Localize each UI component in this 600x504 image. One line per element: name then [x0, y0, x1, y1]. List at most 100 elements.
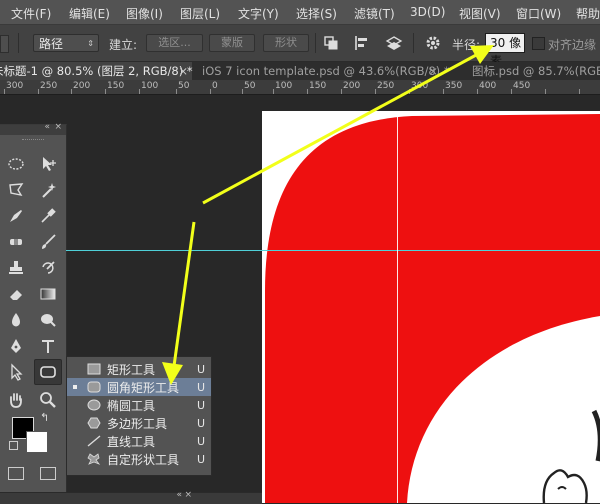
menu-view[interactable]: 视图(V): [459, 5, 501, 22]
default-colors-icon[interactable]: [9, 441, 18, 450]
gear-icon[interactable]: [424, 34, 442, 52]
path-mode-select[interactable]: 路径 ⇕: [33, 34, 99, 52]
history-brush-tool[interactable]: [34, 255, 62, 281]
dodge-icon: [41, 314, 56, 327]
drop-icon: [12, 313, 20, 327]
crop-tool[interactable]: [2, 203, 30, 229]
radius-input[interactable]: 30 像素: [485, 33, 525, 68]
close-icon[interactable]: ×: [178, 62, 188, 80]
ruler-number: 200: [343, 81, 361, 91]
rounded-rectangle-tool[interactable]: [34, 359, 62, 385]
path-alignment-icon[interactable]: [353, 34, 371, 52]
ruler-number: 250: [40, 81, 58, 91]
menu-help[interactable]: 帮助: [576, 5, 600, 22]
hand-tool[interactable]: [2, 387, 30, 413]
arrow-icon: [11, 363, 23, 381]
tab-untitled-1[interactable]: 未标题-1 @ 80.5% (图层 2, RGB/8) * ×: [0, 62, 193, 80]
separator: [413, 33, 414, 53]
make-selection-button[interactable]: 选区...: [146, 34, 203, 52]
flyout-custom-shape-tool[interactable]: 自定形状工具 U: [67, 450, 211, 468]
tools-panel-header[interactable]: « ×: [0, 122, 66, 135]
tool-preset-picker[interactable]: [0, 35, 9, 53]
menu-type[interactable]: 文字(Y): [238, 5, 279, 22]
line-tool-icon: [87, 435, 101, 447]
ruler-number: 350: [445, 81, 463, 91]
panel-bottom-strip: « ×: [0, 490, 262, 504]
path-selection-tool[interactable]: [2, 359, 30, 385]
polygon-tool-icon: [87, 417, 101, 429]
flyout-ellipse-tool[interactable]: 椭圆工具 U: [67, 396, 211, 414]
path-operations-icon[interactable]: [322, 34, 340, 52]
make-label: 建立:: [109, 38, 138, 52]
gradient-tool[interactable]: [34, 281, 62, 307]
marquee-icon: [8, 158, 24, 170]
flyout-shortcut: U: [197, 362, 206, 376]
menu-edit[interactable]: 编辑(E): [69, 5, 110, 22]
menu-image[interactable]: 图像(I): [126, 5, 163, 22]
eraser-tool[interactable]: [2, 281, 30, 307]
quick-mask-icon[interactable]: [8, 467, 24, 480]
menu-bar: 文件(F) 编辑(E) 图像(I) 图层(L) 文字(Y) 选择(S) 滤镜(T…: [0, 0, 600, 25]
flyout-rounded-rectangle-tool[interactable]: 圆角矩形工具 U: [67, 378, 211, 396]
ruler-number: 300: [411, 81, 429, 91]
flyout-shortcut: U: [197, 398, 206, 412]
menu-file[interactable]: 文件(F): [11, 5, 51, 22]
screen-mode-icon[interactable]: [40, 467, 56, 480]
flyout-label: 直线工具: [107, 434, 156, 449]
menu-3d[interactable]: 3D(D): [410, 5, 445, 19]
ruler-number: 150: [107, 81, 125, 91]
ellipse-tool-icon: [87, 399, 101, 411]
active-bullet-icon: [73, 385, 77, 389]
path-arrangement-icon[interactable]: [385, 34, 403, 52]
close-icon[interactable]: ×: [54, 122, 62, 132]
healing-brush-tool[interactable]: [2, 229, 30, 255]
close-icon[interactable]: ×: [184, 490, 192, 500]
tab-ios7-template[interactable]: iOS 7 icon template.psd @ 43.6%(RGB/8) *…: [194, 62, 450, 80]
document-canvas[interactable]: [262, 111, 600, 503]
make-shape-button[interactable]: 形状: [263, 34, 309, 52]
dodge-tool[interactable]: [34, 307, 62, 333]
make-mask-button[interactable]: 蒙版: [209, 34, 255, 52]
type-tool[interactable]: [34, 333, 62, 359]
ruler-number: 50: [178, 81, 190, 91]
collapse-icon[interactable]: «: [176, 490, 182, 500]
app-icon-artwork: [265, 114, 600, 503]
options-bar: 路径 ⇕ 建立: 选区... 蒙版 形状 半径: 30 像素 对齐边缘: [0, 25, 600, 68]
menu-layer[interactable]: 图层(L): [180, 5, 220, 22]
flyout-line-tool[interactable]: 直线工具 U: [67, 432, 211, 450]
pen-tool[interactable]: [2, 333, 30, 359]
collapse-icon[interactable]: «: [44, 122, 50, 132]
rectangle-tool-icon: [87, 363, 101, 375]
flyout-label: 多边形工具: [107, 416, 168, 431]
flyout-shortcut: U: [197, 416, 206, 430]
bandage-icon: [10, 239, 22, 245]
elliptical-marquee-tool[interactable]: [2, 151, 30, 177]
pen-icon: [11, 339, 21, 353]
eraser-icon: [10, 290, 22, 300]
move-tool[interactable]: [34, 151, 62, 177]
blur-tool[interactable]: [2, 307, 30, 333]
close-icon[interactable]: ×: [428, 62, 438, 80]
flyout-shortcut: U: [197, 452, 206, 466]
ruler-number: 100: [275, 81, 293, 91]
grip-icon[interactable]: [22, 139, 44, 142]
eyedropper-tool[interactable]: [34, 203, 62, 229]
menu-select[interactable]: 选择(S): [296, 5, 337, 22]
magic-wand-tool[interactable]: [34, 177, 62, 203]
flyout-polygon-tool[interactable]: 多边形工具 U: [67, 414, 211, 432]
menu-window[interactable]: 窗口(W): [516, 5, 561, 22]
ruler-number: 400: [479, 81, 497, 91]
brush-tool[interactable]: [34, 229, 62, 255]
clone-stamp-tool[interactable]: [2, 255, 30, 281]
lasso-icon: [9, 183, 24, 196]
tab-icon-psd[interactable]: 图标.psd @ 85.7%(RGB: [450, 62, 600, 80]
magnifier-icon: [40, 392, 56, 408]
lasso-tool[interactable]: [2, 177, 30, 203]
background-color-swatch[interactable]: [26, 431, 48, 453]
align-edges-checkbox[interactable]: [532, 37, 545, 50]
horizontal-ruler: 300 250 200 150 100 50 0 50 100 150 200 …: [0, 80, 600, 95]
zoom-tool[interactable]: [34, 387, 62, 413]
menu-filter[interactable]: 滤镜(T): [354, 5, 395, 22]
flyout-rectangle-tool[interactable]: 矩形工具 U: [67, 360, 211, 378]
swap-colors-icon[interactable]: ↰: [40, 411, 49, 424]
